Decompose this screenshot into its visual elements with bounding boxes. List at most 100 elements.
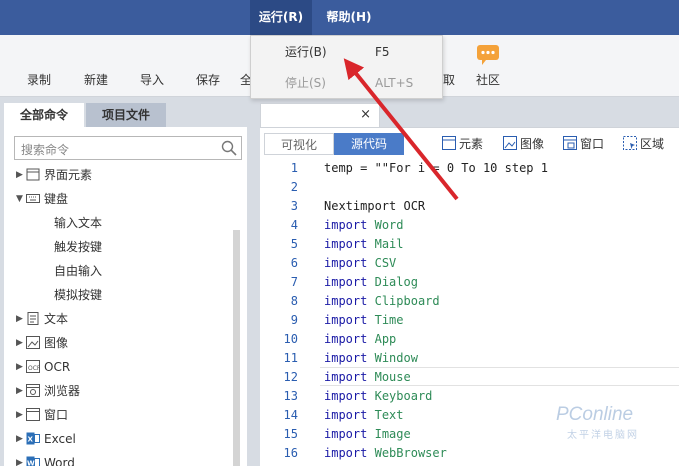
tree-child-trigger-key[interactable]: 触发按键: [4, 235, 233, 259]
code-line[interactable]: Nextimport OCR: [324, 199, 425, 213]
caret-down-icon[interactable]: ▼: [16, 187, 23, 211]
tab-visual[interactable]: 可视化: [264, 133, 334, 155]
watermark-logo: PConline: [556, 404, 634, 425]
code-line[interactable]: import Image: [324, 427, 411, 441]
menu-item-stop: 停止(S) ALT+S: [251, 68, 444, 98]
tree-node-label: OCR: [44, 360, 71, 374]
tree-node-ocr[interactable]: ▶ OCR OCR: [4, 355, 233, 379]
excel-icon: X: [26, 432, 40, 445]
tree-node-browser[interactable]: ▶ 浏览器: [4, 379, 233, 403]
panel-scrollbar[interactable]: [233, 230, 240, 466]
tab-project-files[interactable]: 项目文件: [86, 103, 166, 127]
tree-child-label: 自由输入: [54, 264, 103, 278]
code-line[interactable]: import Window: [324, 351, 418, 365]
menu-item-run[interactable]: 运行(B) F5: [251, 37, 444, 67]
tab-source[interactable]: 源代码: [334, 133, 404, 155]
code-keyword: import: [324, 446, 368, 460]
code-module: Mail: [374, 237, 404, 251]
code-line[interactable]: import Time: [324, 313, 404, 327]
element-tool-label: 元素: [459, 137, 484, 151]
tree-node-text[interactable]: ▶ 文本: [4, 307, 233, 331]
code-keyword: import: [324, 332, 368, 346]
tab-all-commands[interactable]: 全部命令: [4, 103, 84, 127]
line-number: 15: [283, 427, 298, 441]
community-icon[interactable]: [476, 44, 500, 66]
ocr-icon: OCR: [26, 360, 40, 373]
code-line[interactable]: import Word: [324, 218, 404, 232]
tree-node-window[interactable]: ▶ 窗口: [4, 403, 233, 427]
svg-text:W: W: [27, 460, 35, 466]
region-tool-icon: [623, 136, 637, 150]
command-panel: 全部命令 项目文件 搜索命令 ▶ 界面元素 ▼ 键盘 输入文本 触发按键 自由输…: [4, 103, 247, 466]
toolbar-item-partial-2[interactable]: 取: [443, 71, 455, 88]
line-number: 7: [290, 275, 298, 289]
tree-node-label: 界面元素: [44, 168, 93, 182]
code-line[interactable]: import Dialog: [324, 275, 418, 289]
keyboard-icon: [26, 194, 40, 203]
tree-node-label: 窗口: [44, 408, 69, 422]
record-button[interactable]: 录制: [27, 71, 51, 88]
code-line[interactable]: import Clipboard: [324, 294, 440, 308]
code-line[interactable]: import Mail: [324, 237, 404, 251]
code-line[interactable]: import CSV: [324, 256, 396, 270]
line-number: 2: [290, 180, 298, 194]
tree-node-keyboard[interactable]: ▼ 键盘: [4, 187, 247, 211]
tree-child-label: 触发按键: [54, 240, 103, 254]
line-number: 4: [290, 218, 298, 232]
code-keyword: import: [324, 427, 368, 441]
caret-right-icon[interactable]: ▶: [16, 163, 23, 187]
line-number: 5: [290, 237, 298, 251]
tree-node-label: Excel: [44, 432, 76, 446]
code-module: WebBrowser: [374, 446, 447, 460]
code-module: Time: [374, 313, 404, 327]
code-keyword: import: [324, 389, 368, 403]
code-line[interactable]: import App: [324, 332, 396, 346]
code-keyword: import: [324, 370, 368, 384]
word-icon: W: [26, 456, 40, 466]
search-placeholder: 搜索命令: [21, 143, 70, 157]
menu-help[interactable]: 帮助(H): [318, 0, 380, 35]
line-number: 10: [283, 332, 298, 346]
caret-right-icon[interactable]: ▶: [16, 355, 23, 379]
tree-child-free-input[interactable]: 自由输入: [4, 259, 233, 283]
search-input[interactable]: 搜索命令: [14, 136, 242, 160]
caret-right-icon[interactable]: ▶: [16, 403, 23, 427]
caret-right-icon[interactable]: ▶: [16, 307, 23, 331]
new-button[interactable]: 新建: [84, 71, 108, 88]
image-tool-icon: [503, 136, 517, 150]
code-line[interactable]: import Text: [324, 408, 404, 422]
tree-node-ui-element[interactable]: ▶ 界面元素: [4, 163, 247, 187]
tree-node-image[interactable]: ▶ 图像: [4, 331, 233, 355]
code-line[interactable]: temp = ""For i = 0 To 10 step 1: [324, 161, 548, 175]
line-number: 9: [290, 313, 298, 327]
menu-run[interactable]: 运行(R): [250, 0, 312, 35]
caret-right-icon[interactable]: ▶: [16, 331, 23, 355]
code-line[interactable]: import WebBrowser: [324, 446, 447, 460]
code-module: Clipboard: [374, 294, 440, 308]
line-number: 12: [283, 370, 298, 384]
line-number: 8: [290, 294, 298, 308]
close-icon[interactable]: ×: [360, 107, 371, 122]
community-button[interactable]: 社区: [476, 71, 500, 88]
region-tool-label: 区域: [640, 137, 665, 151]
image-tool-label: 图像: [520, 137, 545, 151]
tree-node-label: 图像: [44, 336, 69, 350]
caret-right-icon[interactable]: ▶: [16, 379, 23, 403]
import-button[interactable]: 导入: [140, 71, 164, 88]
line-number: 13: [283, 389, 298, 403]
caret-right-icon[interactable]: ▶: [16, 427, 23, 451]
image-icon: [26, 336, 40, 349]
tree-node-word[interactable]: ▶ W Word: [4, 451, 233, 466]
code-line[interactable]: import Mouse: [324, 370, 411, 384]
code-module: Dialog: [374, 275, 418, 289]
tree-child-input-text[interactable]: 输入文本: [4, 211, 233, 235]
caret-right-icon[interactable]: ▶: [16, 451, 23, 466]
code-line[interactable]: import Keyboard: [324, 389, 432, 403]
menu-bar: 运行(R) 帮助(H): [0, 0, 679, 35]
search-icon[interactable]: [221, 140, 237, 156]
document-tab[interactable]: ×: [260, 103, 380, 127]
save-button[interactable]: 保存: [196, 71, 220, 88]
tree-node-excel[interactable]: ▶ X Excel: [4, 427, 233, 451]
browser-icon: [26, 384, 40, 397]
tree-child-simulate-key[interactable]: 模拟按键: [4, 283, 233, 307]
